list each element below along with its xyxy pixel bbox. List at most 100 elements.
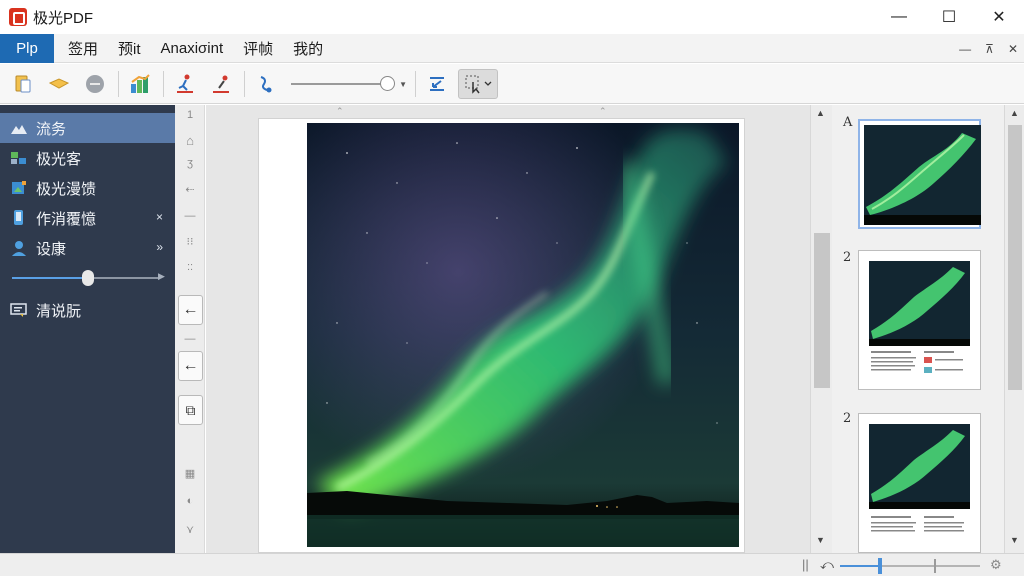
annotate-button[interactable]	[170, 69, 200, 99]
stamp-button[interactable]	[206, 69, 236, 99]
sidebar-item-0[interactable]: 流务	[0, 113, 175, 143]
pause-icon[interactable]: ||	[802, 557, 809, 572]
comment-icon	[10, 301, 28, 319]
scroll-down-icon[interactable]: ▼	[1010, 535, 1019, 545]
sidebar-item-2[interactable]: 极光漫馈	[0, 173, 175, 203]
scroll-up-icon[interactable]: ▲	[1010, 108, 1019, 118]
sidebar-item-label: 清说朊	[36, 302, 82, 320]
highlighter-icon	[48, 77, 70, 89]
scroll-up-icon[interactable]: ▲	[816, 108, 825, 118]
ruler-marker-icon: ⌃	[599, 106, 607, 116]
scroll-down-icon[interactable]: ▼	[816, 535, 825, 545]
thumbnail-page-3[interactable]	[858, 413, 981, 553]
select-tool-button[interactable]	[458, 68, 498, 99]
chevron-down-icon[interactable]: ⋎	[182, 523, 198, 536]
zoom-slider-fill	[840, 565, 881, 567]
layout-icon[interactable]: ▦	[182, 467, 198, 480]
edit-image-icon	[10, 179, 28, 197]
brush-size-slider[interactable]: ▼	[291, 69, 407, 99]
arrow-left-icon: ←	[182, 301, 199, 318]
zoom-slider-knob[interactable]	[878, 558, 883, 574]
ribbon-minimize-button[interactable]: —	[959, 42, 971, 56]
thumbnail-page-number: 2	[843, 250, 852, 265]
align-button[interactable]	[422, 69, 452, 99]
slider-knob[interactable]	[380, 75, 395, 91]
slider-knob[interactable]	[82, 270, 94, 286]
paste-button[interactable]	[8, 69, 38, 99]
scrollbar-thumb[interactable]	[1008, 125, 1022, 390]
chevron-down-icon[interactable]: ▼	[399, 80, 407, 89]
aurora-image[interactable]	[307, 123, 739, 547]
app-logo-icon	[9, 8, 27, 26]
document-canvas: ⌃ ⌃	[206, 105, 810, 553]
menu-window-controls: — ⊼ ✕	[959, 34, 1018, 63]
remove-button[interactable]	[80, 69, 110, 99]
menu-item-5[interactable]: 我的	[283, 34, 333, 63]
toolbar: ▼	[0, 64, 1024, 104]
chart-button[interactable]	[125, 69, 155, 99]
chart-icon	[131, 73, 150, 93]
back-icon[interactable]: ⇠	[182, 183, 198, 196]
settings-icon[interactable]: ⚙	[990, 557, 1002, 573]
sidebar-item-4[interactable]: 设康 »	[0, 233, 175, 263]
zoom-slider[interactable]	[840, 558, 980, 574]
ribbon-restore-button[interactable]: ⊼	[985, 42, 994, 56]
thumbnail-page-number: 2	[843, 411, 852, 426]
arrow-left-button[interactable]: ←	[178, 351, 203, 381]
thumbnail-page-2[interactable]	[858, 250, 981, 390]
menu-item-3[interactable]: Anaxiσint	[151, 34, 234, 63]
title-bar: 极光PDF — ☐ ✕	[0, 0, 1024, 34]
divider-icon: —	[184, 210, 196, 222]
sidebar: 流务 极光客 极光漫馈 作消覆憶 × 设康 » ▶ 清说朊	[0, 105, 175, 553]
menu-item-4[interactable]: 评帧	[233, 34, 283, 63]
close-button[interactable]: ✕	[974, 0, 1024, 34]
dots-icon[interactable]: ::	[182, 261, 198, 273]
sidebar-item-1[interactable]: 极光客	[0, 143, 175, 173]
paste-icon	[15, 75, 31, 92]
page-number-icon[interactable]: 1	[182, 109, 198, 121]
toolbar-separator	[118, 70, 119, 97]
home-icon[interactable]: ⌂	[182, 133, 198, 148]
contrast-icon[interactable]: ◐	[182, 495, 198, 507]
thumbnail-scrollbar[interactable]: ▲ ▼	[1004, 105, 1024, 553]
status-bar: || ⤺ ⚙	[0, 553, 1024, 576]
zoom-out-icon[interactable]: ⤺	[820, 557, 834, 573]
brush-button[interactable]	[251, 69, 281, 99]
highlight-button[interactable]	[44, 69, 74, 99]
phone-icon	[10, 209, 28, 227]
app-title: 极光PDF	[33, 9, 94, 27]
scrollbar-thumb[interactable]	[814, 233, 830, 388]
divider-icon: —	[184, 333, 196, 345]
thumbnail-page-1[interactable]	[858, 119, 981, 229]
sidebar-item-3[interactable]: 作消覆憶 ×	[0, 203, 175, 233]
toolbar-separator	[163, 70, 164, 97]
ruler-marker-icon: ⌃	[336, 106, 344, 116]
app-window: 极光PDF — ☐ ✕ Plp 签用 预it Anaxiσint 评帧 我的 —…	[0, 0, 1024, 576]
thumbnail-image	[869, 424, 970, 532]
thumbnail-image	[864, 125, 981, 225]
copy-icon: ⧉	[185, 401, 196, 418]
ribbon-close-button[interactable]: ✕	[1008, 42, 1018, 56]
grid-icon[interactable]: ⁝⁝	[182, 235, 198, 248]
pdf-page[interactable]	[258, 118, 745, 553]
rotate-icon[interactable]: ʒ	[182, 157, 198, 169]
arrow-left-button[interactable]: ←	[178, 295, 203, 325]
sidebar-slider[interactable]: ▶	[0, 265, 175, 291]
menu-item-1[interactable]: 签用	[58, 34, 108, 63]
toolbar-separator	[244, 70, 245, 97]
arrow-left-icon: ←	[182, 357, 199, 374]
mountain-icon	[10, 119, 28, 137]
expand-icon[interactable]: »	[156, 240, 163, 254]
user-icon	[10, 239, 28, 257]
sidebar-item-label: 设康	[36, 240, 67, 258]
sidebar-item-5[interactable]: 清说朊	[0, 295, 175, 325]
minimize-button[interactable]: —	[874, 0, 924, 34]
canvas-scrollbar[interactable]: ▲ ▼	[810, 105, 832, 553]
thumbnail-page-number: A	[843, 115, 853, 130]
file-menu-button[interactable]: Plp	[0, 33, 54, 63]
menu-item-2[interactable]: 预it	[108, 34, 151, 63]
copy-page-button[interactable]: ⧉	[178, 395, 203, 425]
maximize-button[interactable]: ☐	[924, 0, 974, 34]
sidebar-item-label: 极光客	[36, 150, 82, 168]
close-icon[interactable]: ×	[156, 210, 163, 224]
